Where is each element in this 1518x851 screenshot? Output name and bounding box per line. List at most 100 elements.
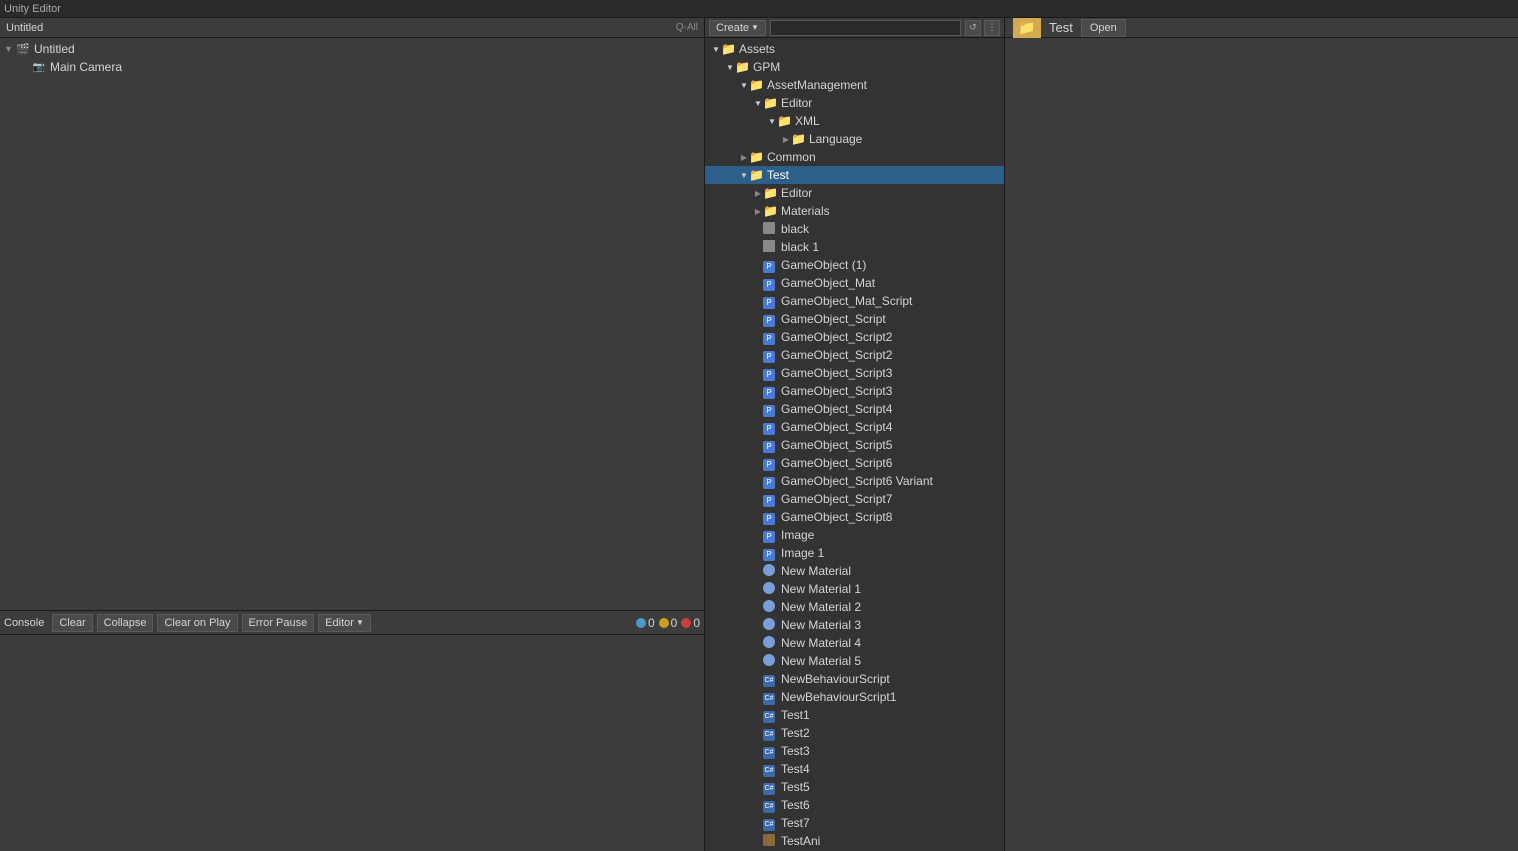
tree-label-16: GameObject_Script2 (781, 330, 892, 344)
tree-item-38[interactable]: C#Test2 (705, 724, 1004, 742)
editor-label: Editor (325, 617, 354, 629)
error-dot (681, 618, 691, 628)
tree-label-15: GameObject_Script (781, 312, 886, 326)
tree-label-22: GameObject_Script5 (781, 438, 892, 452)
clear-on-play-button[interactable]: Clear on Play (157, 614, 237, 632)
inspector-panel: 📁 Test Open (1005, 18, 1518, 851)
tree-item-25[interactable]: PGameObject_Script7 (705, 490, 1004, 508)
tree-label-32: New Material 3 (781, 618, 861, 632)
tree-label-17: GameObject_Script2 (781, 348, 892, 362)
tree-label-43: Test7 (781, 816, 810, 830)
error-pause-button[interactable]: Error Pause (242, 614, 315, 632)
tree-item-37[interactable]: C#Test1 (705, 706, 1004, 724)
create-button[interactable]: Create ▼ (709, 20, 766, 36)
tree-label-11: black 1 (781, 240, 819, 254)
tree-item-34[interactable]: New Material 5 (705, 652, 1004, 670)
tree-label-10: black (781, 222, 809, 236)
tree-arrow-7: ▼ (739, 171, 749, 180)
tree-arrow-6: ▶ (739, 153, 749, 162)
tree-item-17[interactable]: PGameObject_Script2 (705, 346, 1004, 364)
tree-item-1[interactable]: ▼📁GPM (705, 58, 1004, 76)
tree-label-0: Assets (739, 42, 775, 56)
top-bar: Unity Editor (0, 0, 1518, 18)
tree-item-43[interactable]: C#Test7 (705, 814, 1004, 832)
clear-button[interactable]: Clear (52, 614, 92, 632)
tree-label-3: Editor (781, 96, 812, 110)
tree-item-30[interactable]: New Material 1 (705, 580, 1004, 598)
tree-item-40[interactable]: C#Test4 (705, 760, 1004, 778)
tree-item-41[interactable]: C#Test5 (705, 778, 1004, 796)
tree-item-44[interactable]: TestAni (705, 832, 1004, 850)
settings-icon[interactable]: ⋮ (984, 20, 1000, 36)
project-toolbar: Create ▼ ↺ ⋮ (705, 18, 1004, 38)
info-count: 0 (648, 616, 655, 630)
console-error-count: 0 (681, 616, 700, 630)
tree-label-24: GameObject_Script6 Variant (781, 474, 933, 488)
tree-item-18[interactable]: PGameObject_Script3 (705, 364, 1004, 382)
tree-item-14[interactable]: PGameObject_Mat_Script (705, 292, 1004, 310)
create-label: Create (716, 22, 749, 34)
tree-item-5[interactable]: ▶📁Language (705, 130, 1004, 148)
collapse-button[interactable]: Collapse (97, 614, 154, 632)
tree-item-15[interactable]: PGameObject_Script (705, 310, 1004, 328)
tree-item-4[interactable]: ▼📁XML (705, 112, 1004, 130)
tree-label-23: GameObject_Script6 (781, 456, 892, 470)
tree-item-36[interactable]: C#NewBehaviourScript1 (705, 688, 1004, 706)
tree-item-21[interactable]: PGameObject_Script4 (705, 418, 1004, 436)
tree-arrow-2: ▼ (739, 81, 749, 90)
tree-item-11[interactable]: black 1 (705, 238, 1004, 256)
tree-item-16[interactable]: PGameObject_Script2 (705, 328, 1004, 346)
tree-item-10[interactable]: black (705, 220, 1004, 238)
tree-item-0[interactable]: ▼📁Assets (705, 40, 1004, 58)
tree-item-8[interactable]: ▶📁Editor (705, 184, 1004, 202)
tree-arrow-8: ▶ (753, 189, 763, 198)
tree-label-31: New Material 2 (781, 600, 861, 614)
tree-item-22[interactable]: PGameObject_Script5 (705, 436, 1004, 454)
top-bar-content: Unity Editor (4, 3, 61, 15)
info-dot (636, 618, 646, 628)
tree-item-2[interactable]: ▼📁AssetManagement (705, 76, 1004, 94)
tree-label-12: GameObject (1) (781, 258, 866, 272)
tree-item-26[interactable]: PGameObject_Script8 (705, 508, 1004, 526)
warn-dot (659, 618, 669, 628)
tree-label-30: New Material 1 (781, 582, 861, 596)
tree-item-24[interactable]: PGameObject_Script6 Variant (705, 472, 1004, 490)
hierarchy-item-camera[interactable]: 📷 Main Camera (0, 58, 704, 76)
tree-item-32[interactable]: New Material 3 (705, 616, 1004, 634)
tree-item-33[interactable]: New Material 4 (705, 634, 1004, 652)
open-button[interactable]: Open (1081, 19, 1126, 37)
camera-icon: 📷 (32, 60, 46, 74)
refresh-icon[interactable]: ↺ (965, 20, 981, 36)
tree-arrow-5: ▶ (781, 135, 791, 144)
tree-item-29[interactable]: New Material (705, 562, 1004, 580)
tree-item-42[interactable]: C#Test6 (705, 796, 1004, 814)
tree-item-13[interactable]: PGameObject_Mat (705, 274, 1004, 292)
tree-arrow-4: ▼ (767, 117, 777, 126)
tree-label-20: GameObject_Script4 (781, 402, 892, 416)
project-search-input[interactable] (770, 20, 961, 36)
tree-item-23[interactable]: PGameObject_Script6 (705, 454, 1004, 472)
tree-item-19[interactable]: PGameObject_Script3 (705, 382, 1004, 400)
tree-item-35[interactable]: C#NewBehaviourScript (705, 670, 1004, 688)
main-area: Untitled Q-All ▼ 🎬 Untitled 📷 Main Camer… (0, 18, 1518, 851)
tree-item-12[interactable]: PGameObject (1) (705, 256, 1004, 274)
tree-item-9[interactable]: ▶📁Materials (705, 202, 1004, 220)
tree-item-7[interactable]: ▼📁Test (705, 166, 1004, 184)
tree-item-39[interactable]: C#Test3 (705, 742, 1004, 760)
tree-label-27: Image (781, 528, 814, 542)
hierarchy-item-scene[interactable]: ▼ 🎬 Untitled (0, 40, 704, 58)
tree-item-6[interactable]: ▶📁Common (705, 148, 1004, 166)
tree-item-3[interactable]: ▼📁Editor (705, 94, 1004, 112)
tree-item-27[interactable]: PImage (705, 526, 1004, 544)
inspector-content (1005, 38, 1518, 851)
tree-label-38: Test2 (781, 726, 810, 740)
tree-item-28[interactable]: PImage 1 (705, 544, 1004, 562)
tree-item-20[interactable]: PGameObject_Script4 (705, 400, 1004, 418)
editor-button[interactable]: Editor ▼ (318, 614, 371, 632)
console-toolbar: Console Clear Collapse Clear on Play Err… (0, 611, 704, 635)
tree-item-31[interactable]: New Material 2 (705, 598, 1004, 616)
editor-dropdown-icon: ▼ (356, 618, 364, 627)
left-panel: Untitled Q-All ▼ 🎬 Untitled 📷 Main Camer… (0, 18, 705, 851)
scene-arrow: ▼ (4, 44, 16, 54)
console-content (0, 635, 704, 851)
